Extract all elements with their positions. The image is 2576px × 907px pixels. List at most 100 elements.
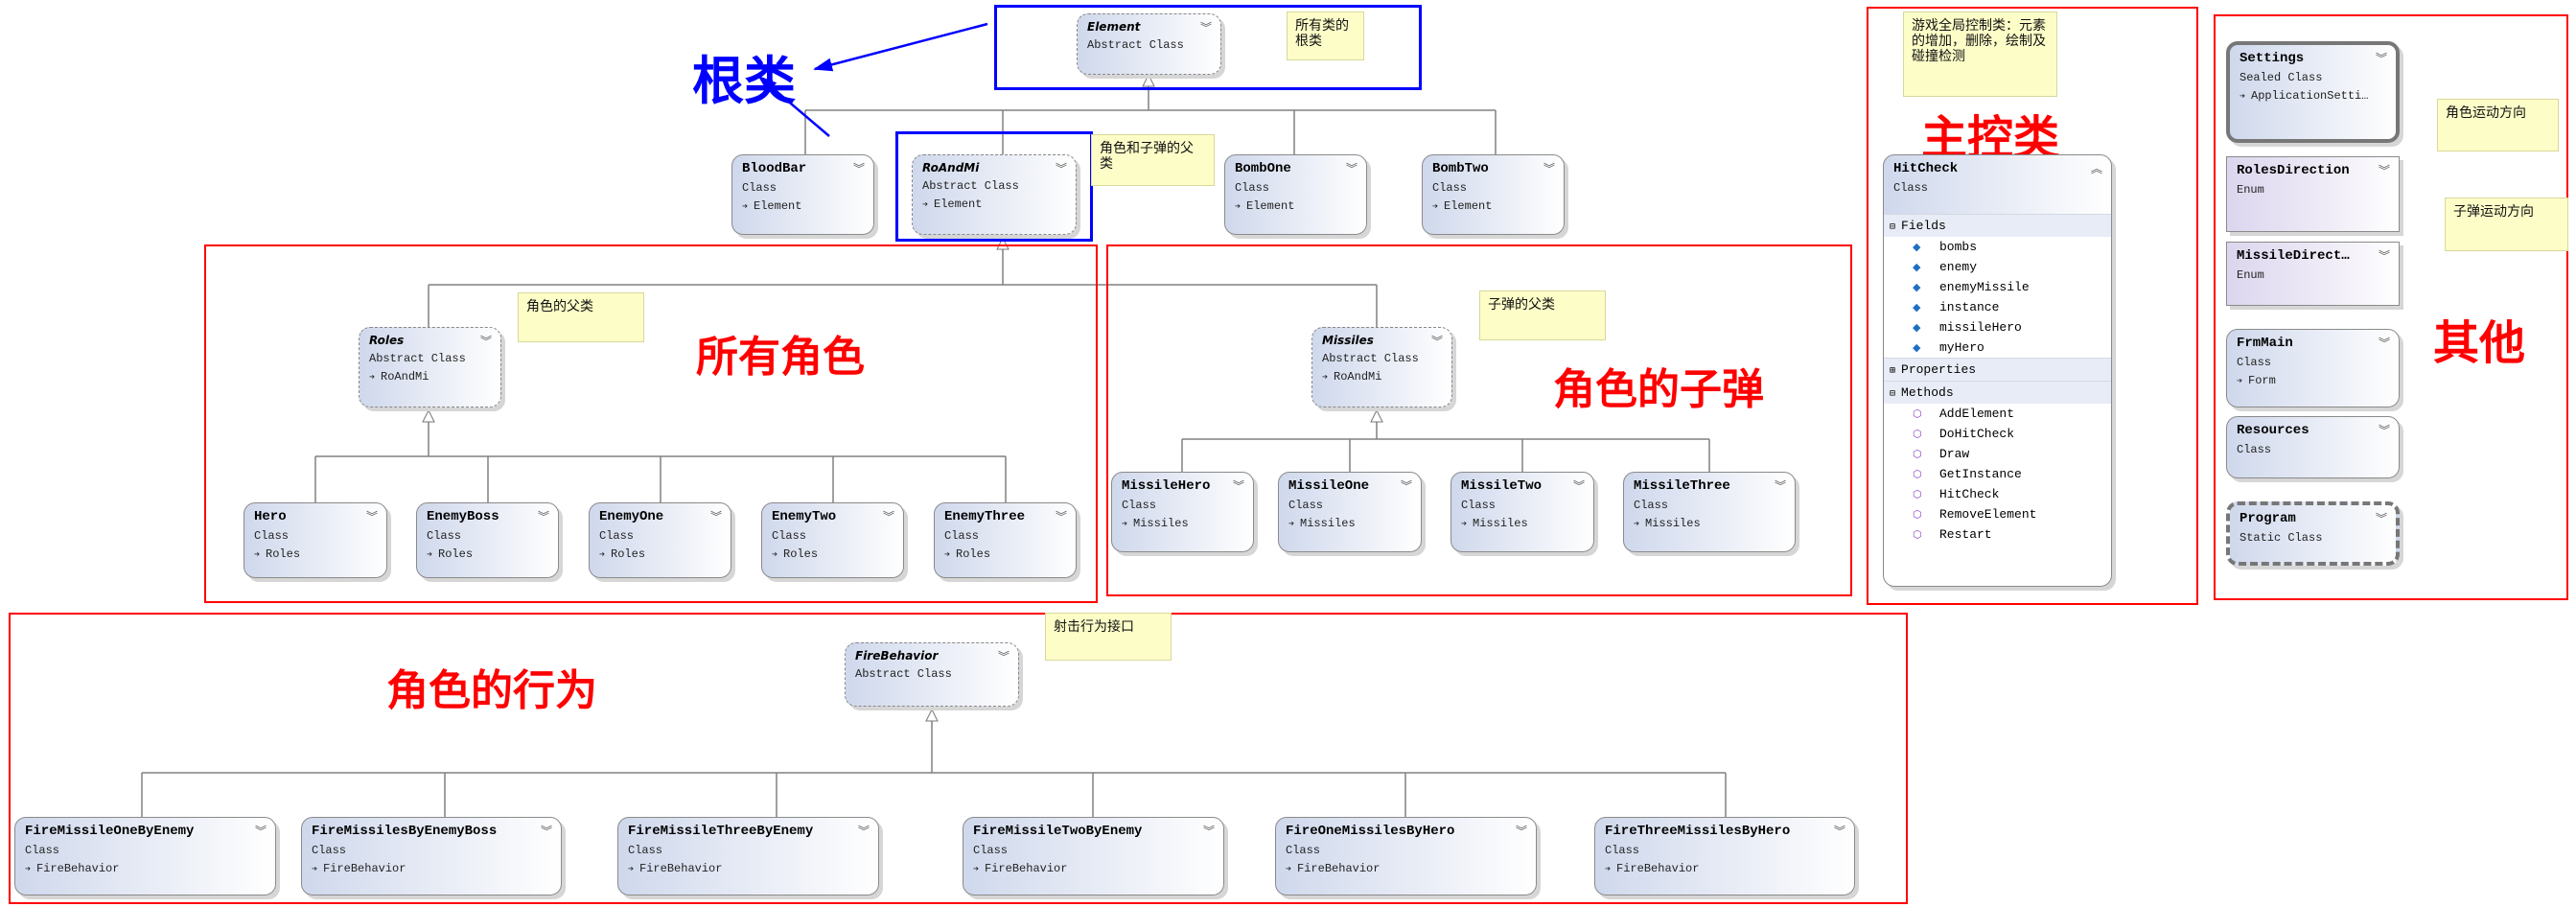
method-icon: ⬡: [1913, 428, 1922, 440]
class-box-settings[interactable]: Settings ︾ Sealed Class ➔ ApplicationSetti…: [2226, 41, 2400, 143]
class-box-firethreemissilesbyhero[interactable]: FireThreeMissilesByHero ︾ Class ➔ FireBehav…: [1594, 817, 1855, 895]
class-box-resources[interactable]: Resources ︾ Class: [2226, 416, 2400, 478]
class-kind: Class: [1288, 499, 1324, 512]
field-item[interactable]: ◆ myHero: [1893, 337, 2101, 358]
field-item[interactable]: ◆ bombs: [1893, 237, 2101, 257]
collapse-chevron-icon[interactable]: ︾: [710, 508, 722, 524]
field-item[interactable]: ◆ enemy: [1893, 257, 2101, 277]
collapse-chevron-icon[interactable]: ︾: [2379, 335, 2390, 351]
section-methods[interactable]: ⊟ Methods: [1884, 381, 2111, 404]
class-box-firemissilethreebyenemy[interactable]: FireMissileThreeByEnemy ︾ Class ➔ FireBehav…: [617, 817, 879, 895]
class-box-hero[interactable]: Hero ︾ Class ➔ Roles: [244, 502, 387, 578]
collapse-chevron-icon[interactable]: ︾: [2376, 50, 2387, 66]
collapse-chevron-icon[interactable]: ︾: [1056, 508, 1067, 524]
class-box-element[interactable]: Element ︾ Abstract Class: [1077, 13, 1221, 75]
section-toggle-icon[interactable]: ⊞: [1890, 366, 1901, 377]
collapse-chevron-icon[interactable]: ︾: [858, 823, 870, 839]
class-box-fireonemissilesbyhero[interactable]: FireOneMissilesByHero ︾ Class ➔ FireBehavio…: [1275, 817, 1537, 895]
base-class: ➔ FireBehavior: [1286, 862, 1526, 875]
collapse-chevron-icon[interactable]: ︾: [1431, 333, 1443, 349]
method-item[interactable]: ⬡ Restart: [1893, 524, 2101, 545]
collapse-chevron-icon[interactable]: ︾: [2379, 247, 2390, 264]
section-fields-label: Fields: [1901, 219, 1946, 233]
method-item[interactable]: ⬡ DoHitCheck: [1893, 424, 2101, 444]
collapse-chevron-icon[interactable]: ︾: [1516, 823, 1527, 839]
method-item[interactable]: ⬡ Draw: [1893, 444, 2101, 464]
base-class: ➔ Element: [922, 198, 1066, 211]
label-role-missiles: 角色的子弹: [1553, 365, 1764, 414]
class-box-firebehavior[interactable]: FireBehavior ︾ Abstract Class: [845, 642, 1019, 707]
class-box-missileone[interactable]: MissileOne ︾ Class ➔ Missiles: [1278, 472, 1422, 552]
field-item[interactable]: ◆ instance: [1893, 297, 2101, 317]
class-box-bombtwo[interactable]: BombTwo ︾ Class ➔ Element: [1422, 154, 1565, 235]
class-box-program[interactable]: Program ︾ Static Class: [2226, 501, 2400, 566]
collapse-chevron-icon[interactable]: ︾: [1056, 160, 1067, 176]
method-item[interactable]: ⬡ GetInstance: [1893, 464, 2101, 484]
collapse-chevron-icon[interactable]: ︾: [1200, 19, 1212, 35]
collapse-chevron-icon[interactable]: ︾: [1775, 477, 1786, 494]
method-item-name: Draw: [1939, 447, 1970, 461]
collapse-chevron-icon[interactable]: ︾: [998, 648, 1010, 664]
collapse-chevron-icon[interactable]: ︾: [2379, 422, 2390, 438]
class-box-roles[interactable]: Roles ︾ Abstract Class ➔ RoAndMi: [359, 327, 501, 407]
field-icon: ◆: [1913, 301, 1921, 314]
collapse-chevron-icon[interactable]: ︾: [1233, 477, 1244, 494]
class-box-missilehero[interactable]: MissileHero ︾ Class ➔ Missiles: [1111, 472, 1254, 552]
collapse-chevron-icon[interactable]: ︾: [1346, 160, 1358, 176]
class-box-firemissileonebyenemy[interactable]: FireMissileOneByEnemy ︾ Class ➔ FireBehavio…: [14, 817, 276, 895]
collapse-chevron-icon[interactable]: ︾: [1203, 823, 1215, 839]
section-toggle-icon[interactable]: ⊟: [1890, 222, 1901, 233]
class-box-missiles[interactable]: Missiles ︾ Abstract Class ➔ RoAndMi: [1311, 327, 1452, 407]
comment-note: 子弹运动方向: [2445, 198, 2568, 251]
section-fields[interactable]: ⊟ Fields: [1884, 214, 2111, 237]
field-item-name: enemy: [1939, 260, 1978, 274]
class-box-firemissiletwobyenemy[interactable]: FireMissileTwoByEnemy ︾ Class ➔ FireBehavio…: [963, 817, 1224, 895]
class-kind: Abstract Class: [855, 667, 952, 681]
method-item[interactable]: ⬡ HitCheck: [1893, 484, 2101, 504]
method-item-name: Restart: [1939, 527, 1992, 542]
class-box-enemythree[interactable]: EnemyThree ︾ Class ➔ Roles: [934, 502, 1077, 578]
class-box-missiledirect[interactable]: MissileDirect… ︾ Enum: [2226, 242, 2400, 306]
base-class-name: Roles: [266, 547, 301, 561]
base-class-name: Roles: [611, 547, 646, 561]
class-box-missilethree[interactable]: MissileThree ︾ Class ➔ Missiles: [1623, 472, 1796, 552]
class-kind: Abstract Class: [369, 352, 466, 365]
collapse-chevron-icon[interactable]: ︾: [1401, 477, 1412, 494]
class-box-enemyboss[interactable]: EnemyBoss ︾ Class ➔ Roles: [416, 502, 559, 578]
section-properties[interactable]: ⊞ Properties: [1884, 358, 2111, 381]
class-box-rolesdirection[interactable]: RolesDirection ︾ Enum: [2226, 156, 2400, 232]
method-item[interactable]: ⬡ RemoveElement: [1893, 504, 2101, 524]
class-box-missiletwo[interactable]: MissileTwo ︾ Class ➔ Missiles: [1450, 472, 1594, 552]
collapse-chevron-icon[interactable]: ︽: [2091, 160, 2102, 176]
collapse-chevron-icon[interactable]: ︾: [883, 508, 894, 524]
class-box-bloodbar[interactable]: BloodBar ︾ Class ➔ Element: [731, 154, 874, 235]
collapse-chevron-icon[interactable]: ︾: [541, 823, 552, 839]
class-box-bombone[interactable]: BombOne ︾ Class ➔ Element: [1224, 154, 1367, 235]
collapse-chevron-icon[interactable]: ︾: [255, 823, 267, 839]
collapse-chevron-icon[interactable]: ︾: [2376, 510, 2387, 526]
method-icon: ⬡: [1913, 448, 1922, 460]
collapse-chevron-icon[interactable]: ︾: [1834, 823, 1845, 839]
class-box-roandmi[interactable]: RoAndMi ︾ Abstract Class ➔ Element: [912, 154, 1077, 235]
field-item[interactable]: ◆ enemyMissile: [1893, 277, 2101, 297]
class-box-frmmain[interactable]: FrmMain ︾ Class ➔ Form: [2226, 329, 2400, 407]
collapse-chevron-icon[interactable]: ︾: [1543, 160, 1555, 176]
class-box-enemytwo[interactable]: EnemyTwo ︾ Class ➔ Roles: [761, 502, 904, 578]
method-item[interactable]: ⬡ AddElement: [1893, 404, 2101, 424]
section-toggle-icon[interactable]: ⊟: [1890, 389, 1901, 400]
class-box-hitcheck[interactable]: HitCheck ︽ Class ⊟ Fields ◆ bombs ◆ enemy ◆ enemy…: [1883, 154, 2112, 587]
field-item[interactable]: ◆ missileHero: [1893, 317, 2101, 337]
base-class-name: Roles: [783, 547, 819, 561]
collapse-chevron-icon[interactable]: ︾: [538, 508, 549, 524]
base-class: ➔ Missiles: [1288, 517, 1411, 530]
collapse-chevron-icon[interactable]: ︾: [480, 333, 492, 349]
collapse-chevron-icon[interactable]: ︾: [1573, 477, 1585, 494]
method-icon: ⬡: [1913, 488, 1922, 500]
class-box-enemyone[interactable]: EnemyOne ︾ Class ➔ Roles: [589, 502, 731, 578]
label-root: 根类: [692, 51, 796, 111]
collapse-chevron-icon[interactable]: ︾: [2379, 162, 2390, 178]
class-box-firemissilesbyenemyboss[interactable]: FireMissilesByEnemyBoss ︾ Class ➔ FireBehav…: [301, 817, 562, 895]
collapse-chevron-icon[interactable]: ︾: [366, 508, 378, 524]
collapse-chevron-icon[interactable]: ︾: [853, 160, 865, 176]
field-item-name: myHero: [1939, 340, 1984, 355]
